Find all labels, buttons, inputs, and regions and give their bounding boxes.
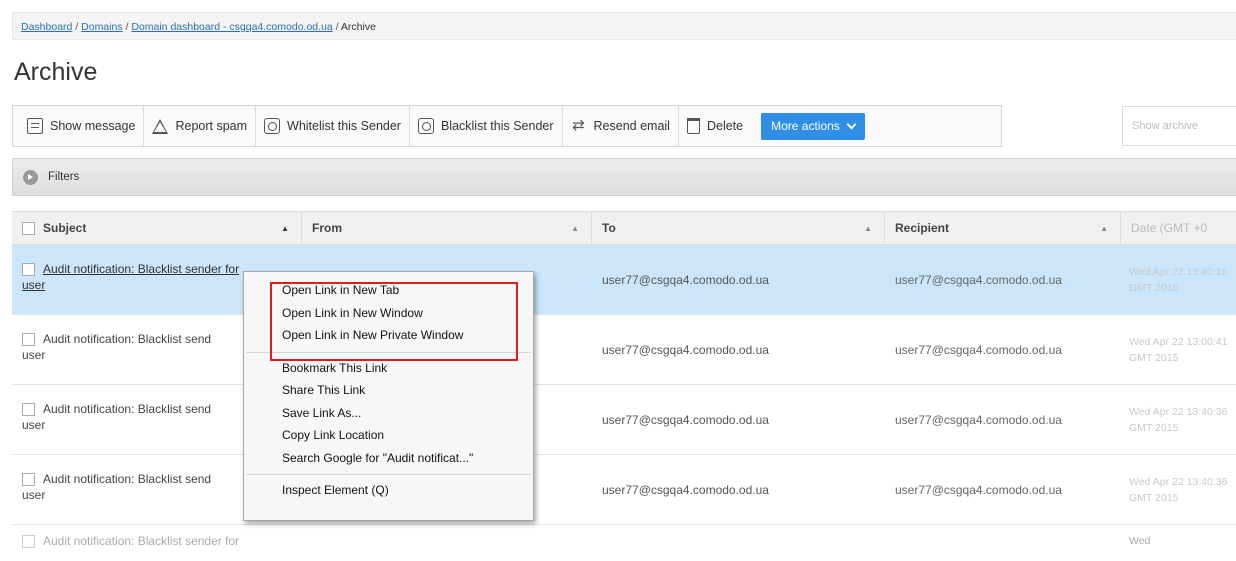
search-input[interactable]: Show archive: [1122, 106, 1236, 146]
cell-from: [302, 525, 592, 555]
column-header-from[interactable]: From ▲: [302, 212, 592, 244]
cell-date: Wed Apr 22 13:40:36 GMT 2015: [1129, 405, 1228, 434]
subject-link[interactable]: Audit notification: Blacklist sender for: [43, 533, 239, 549]
menu-divider: [246, 474, 531, 475]
message-icon: [27, 118, 43, 134]
warning-icon: [152, 118, 169, 134]
table-row[interactable]: Audit notification: Blacklist send user …: [12, 385, 1236, 455]
cell-recipient: [885, 525, 1121, 555]
sort-asc-icon: ▲: [864, 224, 872, 233]
table-row[interactable]: Audit notification: Blacklist send user …: [12, 315, 1236, 385]
sort-asc-icon: ▲: [1100, 224, 1108, 233]
cell-date: Wed Apr 22 13:40:36 GMT 2015: [1129, 475, 1228, 504]
subject-link-continued[interactable]: user: [22, 348, 45, 362]
subject-link-continued[interactable]: user: [22, 278, 45, 292]
subject-link-continued[interactable]: user: [22, 488, 45, 502]
cell-to: user77@csgqa4.comodo.od.ua: [602, 272, 769, 287]
menu-divider: [246, 351, 531, 353]
table-row[interactable]: Audit notification: Blacklist sender for…: [12, 525, 1236, 555]
resend-icon: ⇄: [572, 117, 585, 134]
column-header-recipient[interactable]: Recipient ▲: [885, 212, 1121, 244]
column-header-to[interactable]: To ▲: [592, 212, 885, 244]
toolbar: Show message Report spam Whitelist this …: [12, 105, 1002, 147]
cell-to: user77@csgqa4.comodo.od.ua: [602, 482, 769, 497]
subject-link-continued[interactable]: user: [22, 418, 45, 432]
cell-recipient: user77@csgqa4.comodo.od.ua: [895, 342, 1062, 357]
row-checkbox[interactable]: [22, 472, 35, 486]
show-message-label: Show message: [50, 119, 136, 133]
cell-recipient: user77@csgqa4.comodo.od.ua: [895, 482, 1062, 497]
menu-item-open-private-window[interactable]: Open Link in New Private Window: [244, 324, 533, 347]
column-header-recipient-label: Recipient: [895, 221, 950, 235]
breadcrumb-separator: /: [72, 21, 82, 33]
column-header-date[interactable]: Date (GMT +0: [1121, 212, 1236, 244]
subject-link[interactable]: Audit notification: Blacklist send: [43, 471, 211, 487]
cell-to: user77@csgqa4.comodo.od.ua: [602, 342, 769, 357]
sort-asc-icon: ▲: [571, 224, 579, 233]
column-header-subject-label: Subject: [43, 221, 87, 235]
resend-email-label: Resend email: [593, 119, 670, 133]
sort-asc-icon: ▲: [281, 224, 289, 233]
report-spam-label: Report spam: [175, 119, 248, 133]
shield-icon: [417, 118, 434, 134]
subject-link[interactable]: Audit notification: Blacklist sender for: [43, 261, 239, 277]
select-all-checkbox[interactable]: [22, 221, 35, 235]
cell-date: Wed Apr 22 13:40:16 GMT 2015: [1129, 265, 1228, 294]
breadcrumb-domain-dashboard-link[interactable]: Domain dashboard - csgqa4.comodo.od.ua: [131, 21, 332, 33]
column-header-date-label: Date (GMT +0: [1131, 221, 1208, 235]
filters-panel-toggle[interactable]: Filters: [12, 158, 1236, 196]
resend-email-button[interactable]: ⇄ Resend email: [563, 106, 679, 146]
row-checkbox[interactable]: [22, 402, 35, 416]
table-row[interactable]: Audit notification: Blacklist sender for…: [12, 245, 1236, 315]
menu-item-copy-link-location[interactable]: Copy Link Location: [244, 424, 533, 447]
more-actions-button[interactable]: More actions: [761, 112, 865, 140]
menu-item-bookmark-link[interactable]: Bookmark This Link: [244, 357, 533, 380]
cell-recipient: user77@csgqa4.comodo.od.ua: [895, 272, 1062, 287]
cell-to: user77@csgqa4.comodo.od.ua: [602, 412, 769, 427]
table-row[interactable]: Audit notification: Blacklist send user …: [12, 455, 1236, 525]
breadcrumb-separator: /: [332, 21, 341, 33]
trash-icon: [686, 118, 700, 134]
column-header-to-label: To: [602, 221, 616, 235]
context-menu: Open Link in New Tab Open Link in New Wi…: [243, 271, 534, 521]
cell-recipient: user77@csgqa4.comodo.od.ua: [895, 412, 1062, 427]
delete-label: Delete: [706, 119, 744, 133]
cell-date: Wed Apr 22 13:00:41 GMT 2015: [1129, 335, 1228, 364]
chevron-down-icon: [846, 119, 857, 129]
report-spam-button[interactable]: Report spam: [144, 106, 257, 146]
menu-item-open-new-window[interactable]: Open Link in New Window: [244, 302, 533, 325]
breadcrumb-current: Archive: [340, 21, 376, 33]
breadcrumb-domains-link[interactable]: Domains: [81, 21, 122, 33]
blacklist-sender-button[interactable]: Blacklist this Sender: [410, 106, 563, 146]
menu-item-search-google[interactable]: Search Google for "Audit notificat...": [244, 447, 533, 470]
menu-item-inspect-element[interactable]: Inspect Element (Q): [244, 479, 533, 502]
menu-item-save-link-as[interactable]: Save Link As...: [244, 402, 533, 425]
show-message-button[interactable]: Show message: [19, 106, 145, 146]
subject-link[interactable]: Audit notification: Blacklist send: [43, 331, 211, 347]
subject-link[interactable]: Audit notification: Blacklist send: [43, 401, 211, 417]
cell-subject: Audit notification: Blacklist sender for: [12, 525, 302, 555]
column-header-subject[interactable]: Subject ▲: [12, 212, 302, 244]
column-header-from-label: From: [312, 221, 342, 235]
cell-to: [592, 525, 885, 555]
filters-label: Filters: [48, 171, 80, 183]
shield-icon: [264, 118, 281, 134]
row-checkbox[interactable]: [22, 332, 35, 346]
menu-item-share-link[interactable]: Share This Link: [244, 379, 533, 402]
row-checkbox[interactable]: [22, 262, 35, 276]
whitelist-sender-button[interactable]: Whitelist this Sender: [256, 106, 410, 146]
cell-date: Wed: [1129, 535, 1151, 547]
breadcrumb: Dashboard / Domains / Domain dashboard -…: [12, 12, 1236, 40]
archive-table: Subject ▲ From ▲ To ▲ Recipient ▲ Date (…: [12, 211, 1236, 555]
more-actions-label: More actions: [771, 119, 840, 133]
breadcrumb-dashboard-link[interactable]: Dashboard: [21, 21, 72, 33]
page-title: Archive: [14, 58, 98, 86]
menu-item-open-new-tab[interactable]: Open Link in New Tab: [244, 279, 533, 302]
blacklist-sender-label: Blacklist this Sender: [440, 119, 554, 133]
table-header: Subject ▲ From ▲ To ▲ Recipient ▲ Date (…: [12, 211, 1236, 245]
expand-arrow-icon: [23, 169, 38, 185]
delete-button[interactable]: Delete: [679, 106, 751, 146]
row-checkbox[interactable]: [22, 534, 35, 548]
whitelist-sender-label: Whitelist this Sender: [287, 119, 401, 133]
